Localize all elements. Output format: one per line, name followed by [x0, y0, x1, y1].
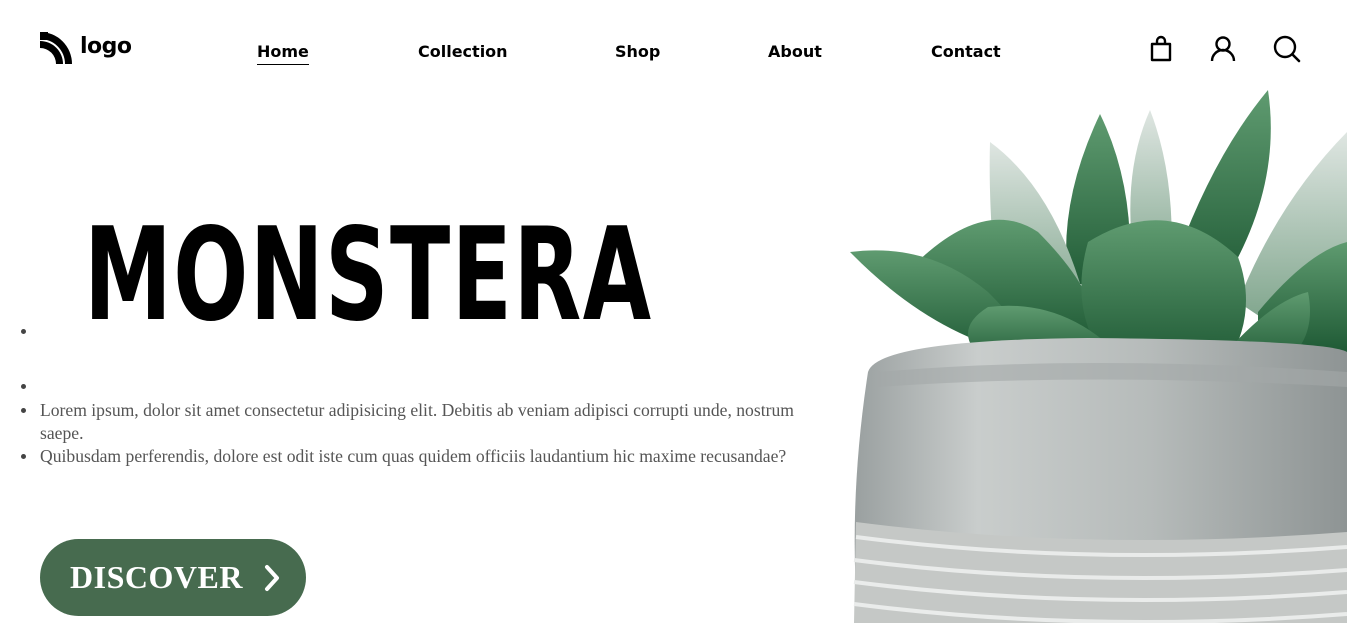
nav-link-collection[interactable]: Collection — [418, 42, 508, 61]
chevron-right-icon — [243, 564, 281, 592]
hero-description-2: Quibusdam perferendis, dolore est odit i… — [40, 446, 787, 466]
nav-link-home[interactable]: Home — [257, 42, 309, 65]
list-bullet — [21, 384, 26, 389]
nav-link-contact[interactable]: Contact — [931, 42, 1001, 61]
user-icon[interactable] — [1209, 35, 1237, 63]
shopping-bag-icon[interactable] — [1149, 35, 1173, 63]
search-icon[interactable] — [1273, 35, 1301, 63]
brand-name: logo — [80, 33, 132, 59]
discover-button[interactable]: DISCOVER — [40, 539, 306, 616]
page: logo Home Collection Shop About Contact — [0, 0, 1347, 623]
rss-icon — [40, 32, 72, 64]
list-bullet — [21, 329, 26, 334]
list-bullet — [21, 408, 26, 413]
hero-description-1: Lorem ipsum, dolor sit amet consectetur … — [40, 400, 794, 443]
discover-button-label: DISCOVER — [70, 559, 243, 595]
succulent-plant-image — [838, 82, 1347, 623]
list-bullet — [21, 454, 26, 459]
hero-title: MONSTERA — [84, 201, 653, 350]
nav-link-about[interactable]: About — [768, 42, 822, 61]
brand-logo[interactable]: logo — [40, 32, 132, 64]
nav-link-shop[interactable]: Shop — [615, 42, 660, 61]
